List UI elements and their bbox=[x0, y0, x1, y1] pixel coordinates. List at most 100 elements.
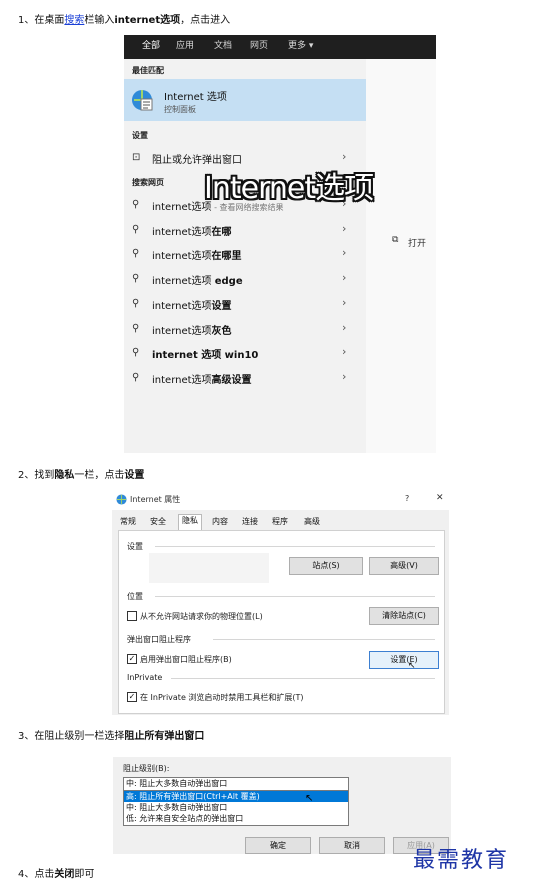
web-result-item[interactable]: ⚲ internet选项在哪 › bbox=[124, 219, 366, 241]
tab-content[interactable]: 内容 bbox=[212, 516, 228, 527]
option-high[interactable]: 高: 阻止所有弹出窗口(Ctrl+Alt 覆盖) bbox=[124, 791, 348, 802]
tab-advanced[interactable]: 高级 bbox=[304, 516, 320, 527]
inprivate-label: 在 InPrivate 浏览启动时禁用工具栏和扩展(T) bbox=[140, 693, 304, 702]
tab-documents[interactable]: 文档 bbox=[214, 35, 232, 59]
location-checkbox-label: 从不允许网站请求你的物理位置(L) bbox=[140, 612, 263, 621]
search-icon: ⚲ bbox=[132, 248, 140, 260]
option-low[interactable]: 低: 允许来自安全站点的弹出窗口 bbox=[124, 813, 348, 824]
search-screenshot: 全部 应用 文档 网页 更多 ▾ ⧉ 打开 最佳匹配 Internet 选项 控… bbox=[124, 35, 436, 453]
search-icon: ⚲ bbox=[132, 273, 140, 285]
search-icon: ⚲ bbox=[132, 199, 140, 210]
inprivate-checkbox[interactable]: ✓ bbox=[127, 692, 137, 702]
mouse-cursor-icon: ↖ bbox=[408, 661, 416, 671]
dialog-title: Internet 属性 bbox=[130, 495, 181, 504]
step-1-prefix: 1、在桌面 bbox=[18, 15, 65, 26]
step-2-keyword-2: 设置 bbox=[124, 470, 145, 481]
open-icon[interactable]: ⧉ bbox=[392, 235, 398, 245]
cancel-button[interactable]: 取消 bbox=[319, 837, 385, 854]
web-result-item[interactable]: ⚲ internet选项设置 › bbox=[124, 293, 366, 315]
chevron-right-icon: › bbox=[342, 271, 347, 285]
web-result-item[interactable]: ⚲ internet选项灰色 › bbox=[124, 318, 366, 340]
web-result-item[interactable]: ⚲ internet选项 edge › bbox=[124, 268, 366, 290]
clear-sites-button[interactable]: 清除站点(C) bbox=[369, 607, 439, 625]
overlay-caption: Internet选项 bbox=[204, 171, 374, 206]
tab-more[interactable]: 更多 ▾ bbox=[288, 35, 313, 59]
chevron-right-icon: › bbox=[342, 246, 347, 260]
step-2-text: 2、找到隐私一栏，点击设置 bbox=[18, 466, 144, 481]
best-match-header: 最佳匹配 bbox=[132, 66, 164, 75]
globe-icon bbox=[116, 494, 127, 505]
result-text: internet选项 bbox=[152, 300, 212, 312]
chevron-right-icon: › bbox=[342, 295, 347, 309]
dialog-button-row: 确定 取消 应用(A) bbox=[113, 835, 451, 854]
popup-settings-button[interactable]: 设置(E) bbox=[369, 651, 439, 669]
block-level-select[interactable]: 中: 阻止大多数自动弹出窗口 bbox=[123, 777, 349, 791]
popup-blocker-checkbox[interactable]: ✓ bbox=[127, 654, 137, 664]
result-text: internet选项 bbox=[152, 226, 212, 238]
search-icon: ⚲ bbox=[132, 371, 140, 383]
tab-web[interactable]: 网页 bbox=[250, 35, 268, 59]
dialog-titlebar: Internet 属性 ? ✕ bbox=[112, 490, 449, 510]
block-level-options: 高: 阻止所有弹出窗口(Ctrl+Alt 覆盖) 中: 阻止大多数自动弹出窗口 … bbox=[123, 790, 349, 826]
tab-security[interactable]: 安全 bbox=[150, 516, 166, 527]
result-text: internet选项 bbox=[152, 251, 212, 263]
web-result-item[interactable]: ⚲ internet 选项 win10 › bbox=[124, 342, 366, 364]
tab-connections[interactable]: 连接 bbox=[242, 516, 258, 527]
inprivate-group-label: InPrivate bbox=[127, 673, 163, 682]
best-match-title: Internet 选项 bbox=[164, 92, 227, 103]
advanced-button[interactable]: 高级(V) bbox=[369, 557, 439, 575]
step-3-keyword: 阻止所有弹出窗口 bbox=[124, 731, 205, 742]
search-icon: ⚲ bbox=[132, 223, 140, 235]
tab-programs[interactable]: 程序 bbox=[272, 516, 288, 527]
popup-group-label: 弹出窗口阻止程序 bbox=[127, 635, 191, 644]
search-link[interactable]: 搜索 bbox=[64, 15, 84, 26]
result-highlight: internet 选项 win10 bbox=[152, 350, 259, 362]
step-1-text: 1、在桌面搜索栏输入internet选项，点击进入 bbox=[18, 11, 230, 26]
web-result-item[interactable]: ⚲ internet选项高级设置 › bbox=[124, 367, 366, 389]
divider bbox=[155, 596, 435, 597]
web-result-label: internet选项灰色 bbox=[152, 322, 232, 337]
web-result-label: internet选项 edge bbox=[152, 272, 243, 287]
block-level-screenshot: 阻止级别(B): 中: 阻止大多数自动弹出窗口 高: 阻止所有弹出窗口(Ctrl… bbox=[113, 757, 451, 854]
block-level-label: 阻止级别(B): bbox=[123, 764, 170, 773]
tab-general[interactable]: 常规 bbox=[120, 516, 136, 527]
location-group-label: 位置 bbox=[127, 592, 143, 601]
step-2-prefix: 2、找到 bbox=[18, 470, 55, 481]
tab-apps[interactable]: 应用 bbox=[176, 35, 194, 59]
ok-button[interactable]: 确定 bbox=[245, 837, 311, 854]
result-highlight: 设置 bbox=[211, 300, 232, 312]
web-result-label: internet 选项 win10 bbox=[152, 346, 258, 361]
web-result-label: internet选项设置 bbox=[152, 297, 232, 312]
location-checkbox[interactable] bbox=[127, 611, 137, 621]
open-label[interactable]: 打开 bbox=[408, 236, 426, 249]
option-medium[interactable]: 中: 阻止大多数自动弹出窗口 bbox=[124, 802, 348, 813]
result-highlight: 高级设置 bbox=[211, 374, 252, 386]
internet-properties-screenshot: Internet 属性 ? ✕ 常规 安全 隐私 内容 连接 程序 高级 设置 … bbox=[112, 490, 449, 715]
tab-all[interactable]: 全部 bbox=[142, 35, 161, 61]
mouse-cursor-icon: ↖ bbox=[305, 793, 314, 804]
help-button[interactable]: ? bbox=[405, 494, 409, 503]
search-icon: ⚲ bbox=[132, 297, 140, 309]
web-result-item[interactable]: ⚲ internet选项在哪里 › bbox=[124, 243, 366, 265]
step-4-suffix: 即可 bbox=[74, 869, 95, 880]
best-match-subtitle: 控制面板 bbox=[164, 105, 196, 114]
chevron-right-icon: › bbox=[342, 150, 347, 163]
tab-privacy[interactable]: 隐私 bbox=[178, 514, 202, 530]
result-highlight: 在哪里 bbox=[211, 251, 242, 263]
blurred-slider-area bbox=[149, 553, 269, 583]
divider bbox=[155, 546, 435, 547]
result-text: internet选项 bbox=[152, 325, 212, 337]
result-text: internet选项 bbox=[152, 202, 212, 213]
search-icon: ⚲ bbox=[132, 347, 140, 359]
close-button[interactable]: ✕ bbox=[436, 493, 444, 503]
settings-group-label: 设置 bbox=[127, 542, 143, 551]
result-highlight: 在哪 bbox=[211, 226, 232, 238]
result-text: internet选项 bbox=[152, 374, 212, 386]
web-result-label: internet选项高级设置 bbox=[152, 371, 252, 386]
result-highlight: 灰色 bbox=[211, 325, 232, 337]
chevron-right-icon: › bbox=[342, 345, 347, 359]
best-match-item[interactable]: Internet 选项 控制面板 bbox=[124, 79, 366, 121]
sites-button[interactable]: 站点(S) bbox=[289, 557, 363, 575]
watermark-logo: 最需教育 bbox=[413, 848, 510, 873]
internet-options-icon bbox=[132, 90, 153, 111]
